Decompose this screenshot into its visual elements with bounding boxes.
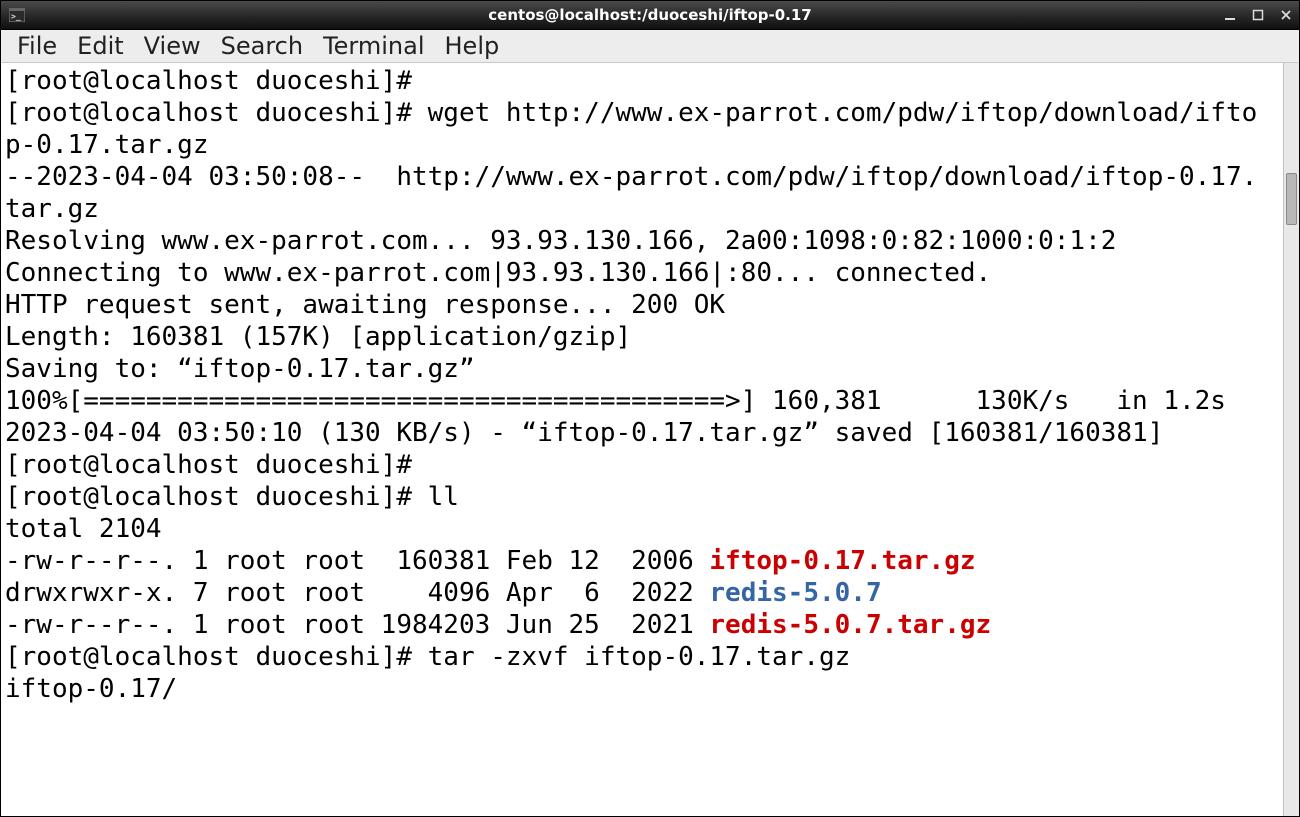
terminal-text: -rw-r--r--. 1 root root 160381 Feb 12 20… xyxy=(5,546,709,576)
terminal-text: [root@localhost duoceshi]# wget http://w… xyxy=(5,98,1257,128)
menubar: File Edit View Search Terminal Help xyxy=(1,30,1299,63)
menu-help[interactable]: Help xyxy=(435,32,510,60)
window-controls xyxy=(1221,1,1295,29)
menu-search[interactable]: Search xyxy=(211,32,313,60)
menu-terminal[interactable]: Terminal xyxy=(313,32,434,60)
terminal-output[interactable]: [root@localhost duoceshi]#[root@localhos… xyxy=(1,63,1283,816)
terminal-text: [root@localhost duoceshi]# tar -zxvf ift… xyxy=(5,642,850,672)
terminal-line: Resolving www.ex-parrot.com... 93.93.130… xyxy=(5,225,1279,257)
terminal-text: 2023-04-04 03:50:10 (130 KB/s) - “iftop-… xyxy=(5,418,1163,448)
terminal-line: HTTP request sent, awaiting response... … xyxy=(5,289,1279,321)
terminal-line: [root@localhost duoceshi]# xyxy=(5,65,1279,97)
terminal-line: Saving to: “iftop-0.17.tar.gz” xyxy=(5,353,1279,385)
terminal-line: [root@localhost duoceshi]# ll xyxy=(5,481,1279,513)
terminal-line: 2023-04-04 03:50:10 (130 KB/s) - “iftop-… xyxy=(5,417,1279,449)
svg-text:>_: >_ xyxy=(11,12,21,21)
terminal-line: [root@localhost duoceshi]# wget http://w… xyxy=(5,97,1279,129)
filename-red: redis-5.0.7.tar.gz xyxy=(709,610,991,640)
terminal-line: Connecting to www.ex-parrot.com|93.93.13… xyxy=(5,257,1279,289)
terminal-text: Connecting to www.ex-parrot.com|93.93.13… xyxy=(5,258,991,288)
terminal-text: drwxrwxr-x. 7 root root 4096 Apr 6 2022 xyxy=(5,578,709,608)
terminal-app-icon: >_ xyxy=(9,7,25,23)
terminal-text: 100%[===================================… xyxy=(5,386,1226,416)
minimize-button[interactable] xyxy=(1221,7,1239,23)
scrollbar-thumb[interactable] xyxy=(1286,173,1297,225)
terminal-line: -rw-r--r--. 1 root root 160381 Feb 12 20… xyxy=(5,545,1279,577)
terminal-line: total 2104 xyxy=(5,513,1279,545)
terminal-line: --2023-04-04 03:50:08-- http://www.ex-pa… xyxy=(5,161,1279,193)
terminal-text: [root@localhost duoceshi]# ll xyxy=(5,482,459,512)
terminal-text: tar.gz xyxy=(5,194,99,224)
terminal-line: [root@localhost duoceshi]# tar -zxvf ift… xyxy=(5,641,1279,673)
close-button[interactable] xyxy=(1277,7,1295,23)
window-title: centos@localhost:/duoceshi/iftop-0.17 xyxy=(1,6,1299,24)
menu-file[interactable]: File xyxy=(7,32,67,60)
window-titlebar[interactable]: >_ centos@localhost:/duoceshi/iftop-0.17 xyxy=(1,1,1299,30)
menu-edit[interactable]: Edit xyxy=(67,32,133,60)
terminal-line: iftop-0.17/ xyxy=(5,673,1279,705)
terminal-text: p-0.17.tar.gz xyxy=(5,130,209,160)
menu-view[interactable]: View xyxy=(134,32,211,60)
maximize-button[interactable] xyxy=(1249,7,1267,23)
terminal-text: --2023-04-04 03:50:08-- http://www.ex-pa… xyxy=(5,162,1257,192)
vertical-scrollbar[interactable] xyxy=(1283,63,1299,816)
filename-red: iftop-0.17.tar.gz xyxy=(709,546,975,576)
filename-blue: redis-5.0.7 xyxy=(709,578,881,608)
terminal-text: Saving to: “iftop-0.17.tar.gz” xyxy=(5,354,475,384)
terminal-line: drwxrwxr-x. 7 root root 4096 Apr 6 2022 … xyxy=(5,577,1279,609)
terminal-line: p-0.17.tar.gz xyxy=(5,129,1279,161)
terminal-text: iftop-0.17/ xyxy=(5,674,177,704)
terminal-line: 100%[===================================… xyxy=(5,385,1279,417)
terminal-text: -rw-r--r--. 1 root root 1984203 Jun 25 2… xyxy=(5,610,709,640)
terminal-text: [root@localhost duoceshi]# xyxy=(5,66,412,96)
terminal-text: [root@localhost duoceshi]# xyxy=(5,450,412,480)
terminal-text: total 2104 xyxy=(5,514,162,544)
terminal-line: [root@localhost duoceshi]# xyxy=(5,449,1279,481)
terminal-line: tar.gz xyxy=(5,193,1279,225)
terminal-text: Length: 160381 (157K) [application/gzip] xyxy=(5,322,631,352)
terminal-window: >_ centos@localhost:/duoceshi/iftop-0.17… xyxy=(0,0,1300,817)
terminal-text: Resolving www.ex-parrot.com... 93.93.130… xyxy=(5,226,1116,256)
terminal-text: HTTP request sent, awaiting response... … xyxy=(5,290,725,320)
terminal-line: Length: 160381 (157K) [application/gzip] xyxy=(5,321,1279,353)
terminal-line: -rw-r--r--. 1 root root 1984203 Jun 25 2… xyxy=(5,609,1279,641)
terminal-area-wrap: [root@localhost duoceshi]#[root@localhos… xyxy=(1,63,1299,816)
